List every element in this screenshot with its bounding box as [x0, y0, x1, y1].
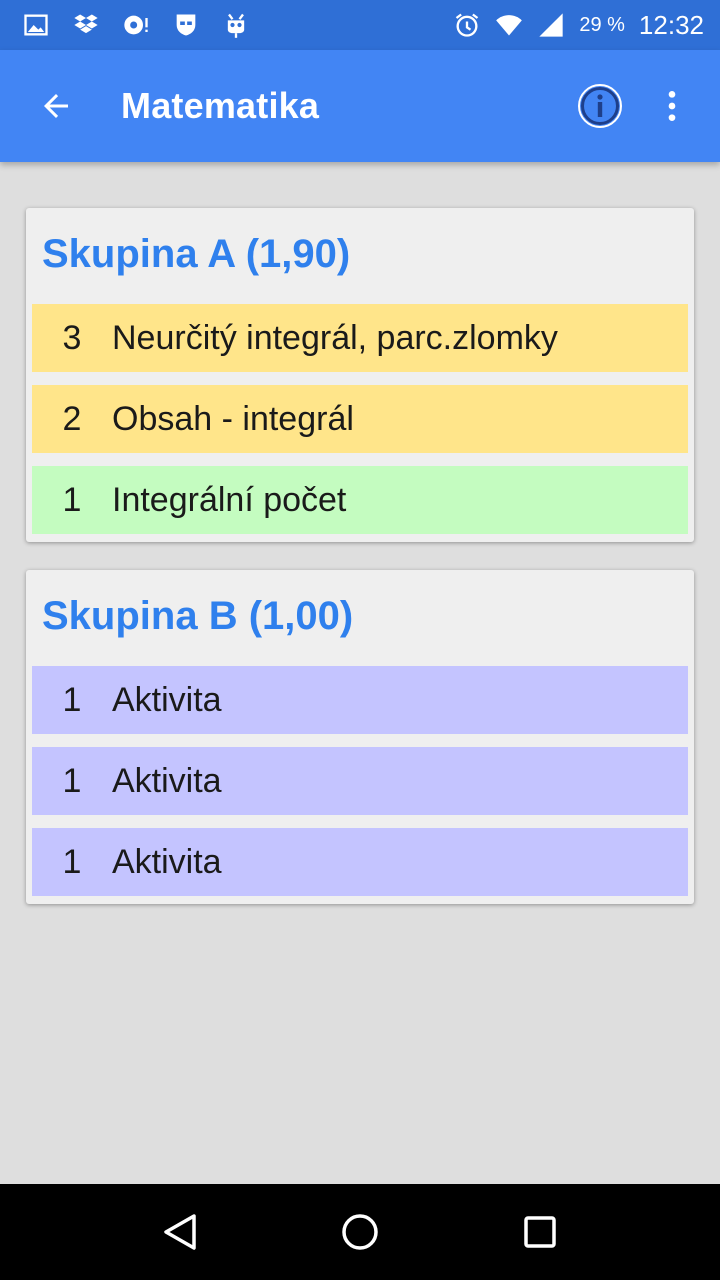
status-bar: 29 % 12:32 [0, 0, 720, 50]
grade-row[interactable]: 1 Aktivita [32, 747, 688, 815]
grade-label: Aktivita [112, 761, 222, 800]
group-title: Skupina B (1,00) [42, 594, 354, 638]
dropbox-icon [72, 11, 100, 39]
grade-value: 3 [62, 318, 82, 357]
home-circle-icon [342, 1214, 378, 1250]
group-title: Skupina A (1,90) [42, 232, 351, 276]
image-icon [22, 11, 50, 39]
grade-value: 1 [62, 680, 82, 719]
nav-home-button[interactable] [330, 1202, 390, 1262]
clock: 12:32 [638, 9, 704, 40]
more-vert-icon [668, 91, 676, 121]
grade-row[interactable]: 3 Neurčitý integrál, parc.zlomky [32, 304, 688, 372]
nav-recents-button[interactable] [510, 1202, 570, 1262]
more-options-button[interactable] [644, 78, 700, 134]
shield-face-icon [172, 11, 200, 39]
group-card: Skupina B (1,00) 1 Aktivita 1 Aktivita 1… [26, 570, 694, 904]
navigation-bar [0, 1184, 720, 1280]
grade-value: 1 [62, 480, 82, 519]
grade-label: Obsah - integrál [112, 399, 354, 438]
grade-label: Neurčitý integrál, parc.zlomky [112, 318, 558, 357]
grade-row[interactable]: 1 Aktivita [32, 666, 688, 734]
system-status: 29 % 12:32 [453, 10, 704, 41]
page-title: Matematika [121, 85, 320, 126]
grade-row[interactable]: 1 Aktivita [32, 828, 688, 896]
grade-value: 1 [62, 761, 82, 800]
recents-square-icon [524, 1216, 556, 1248]
back-triangle-icon [164, 1214, 196, 1250]
battery-level: 29 % [579, 13, 625, 36]
grade-row[interactable]: 1 Integrální počet [32, 466, 688, 534]
arrow-left-icon [44, 94, 68, 118]
group-card: Skupina A (1,90) 3 Neurčitý integrál, pa… [26, 208, 694, 542]
signal-icon [537, 11, 565, 39]
info-icon [578, 84, 622, 128]
nav-back-button[interactable] [150, 1202, 210, 1262]
info-button[interactable] [572, 78, 628, 134]
app-bar: Matematika [0, 50, 720, 162]
sync-icon [122, 11, 150, 39]
grade-row[interactable]: 2 Obsah - integrál [32, 385, 688, 453]
grade-value: 1 [62, 842, 82, 881]
wifi-icon [495, 11, 523, 39]
notification-icons [22, 11, 250, 39]
alarm-icon [453, 11, 481, 39]
grade-label: Aktivita [112, 842, 222, 881]
back-button[interactable] [28, 78, 84, 134]
android-icon [222, 11, 250, 39]
grade-label: Aktivita [112, 680, 222, 719]
grade-value: 2 [62, 399, 82, 438]
grades-content: Skupina A (1,90) 3 Neurčitý integrál, pa… [0, 162, 720, 1184]
grade-label: Integrální počet [112, 480, 347, 519]
